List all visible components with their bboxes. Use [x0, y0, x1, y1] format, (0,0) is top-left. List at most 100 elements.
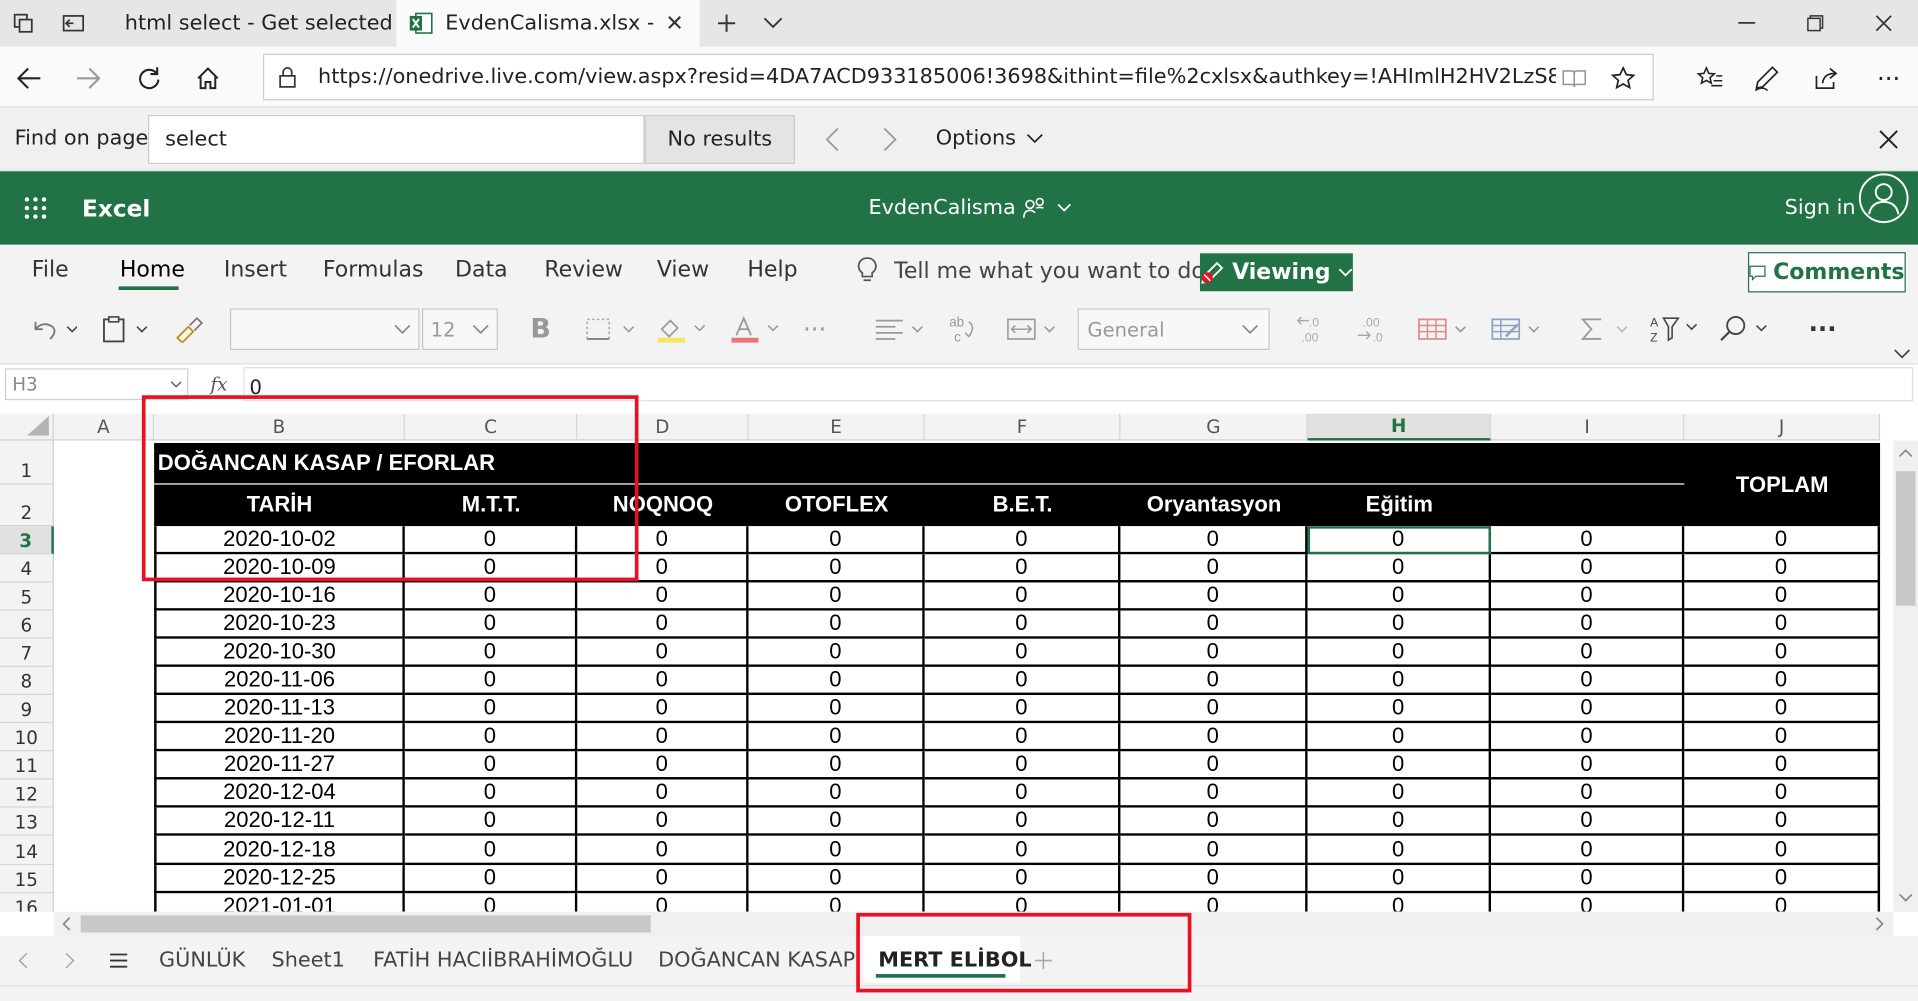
value-cell[interactable]: 0: [577, 610, 749, 639]
tab-insert[interactable]: Insert: [224, 257, 287, 283]
value-cell[interactable]: 0: [924, 807, 1121, 836]
value-cell[interactable]: 0: [748, 610, 925, 639]
value-cell[interactable]: 0: [924, 666, 1121, 696]
more-font-options-icon[interactable]: ···: [798, 308, 832, 350]
value-cell[interactable]: 0: [1120, 526, 1308, 555]
value-cell[interactable]: 0: [1684, 893, 1881, 912]
value-cell[interactable]: 0: [748, 865, 925, 894]
row-header-1[interactable]: 1: [0, 440, 54, 485]
value-cell[interactable]: 0: [924, 610, 1121, 639]
sign-in-link[interactable]: Sign in: [1785, 196, 1856, 220]
favorites-icon[interactable]: [1688, 59, 1732, 98]
value-cell[interactable]: 0: [1307, 835, 1492, 866]
value-cell[interactable]: 0: [748, 807, 925, 836]
tab-review[interactable]: Review: [544, 257, 623, 283]
tab-home[interactable]: Home: [120, 257, 185, 283]
value-cell[interactable]: 0: [1120, 666, 1308, 696]
row-header-7[interactable]: 7: [0, 638, 54, 667]
row-header-16[interactable]: 16: [0, 893, 54, 912]
new-tab-button[interactable]: [702, 0, 751, 47]
value-cell[interactable]: 0: [404, 723, 578, 752]
borders-button[interactable]: [582, 308, 641, 350]
value-cell[interactable]: 0: [748, 666, 925, 696]
value-cell[interactable]: 0: [1684, 638, 1881, 667]
date-cell[interactable]: 2020-12-25: [154, 865, 405, 894]
favorite-star-icon[interactable]: [1604, 61, 1642, 96]
align-button[interactable]: [871, 308, 930, 350]
value-cell[interactable]: 0: [748, 582, 925, 611]
value-cell[interactable]: 0: [1307, 610, 1492, 639]
row-header-5[interactable]: 5: [0, 582, 54, 611]
undo-button[interactable]: [22, 308, 83, 350]
value-cell[interactable]: 0: [924, 751, 1121, 780]
value-cell[interactable]: 0: [748, 723, 925, 752]
value-cell[interactable]: 0: [924, 835, 1121, 866]
comments-button[interactable]: Comments: [1747, 252, 1906, 293]
value-cell[interactable]: 0: [404, 893, 578, 912]
share-icon[interactable]: [1805, 59, 1849, 98]
value-cell[interactable]: 0: [1120, 610, 1308, 639]
app-launcher-icon[interactable]: [17, 190, 54, 227]
date-cell[interactable]: 2020-11-13: [154, 695, 405, 724]
column-header-f[interactable]: F: [924, 413, 1121, 441]
column-header-i[interactable]: I: [1491, 413, 1685, 441]
value-cell[interactable]: 0: [924, 582, 1121, 611]
value-cell[interactable]: 0: [577, 723, 749, 752]
row-header-10[interactable]: 10: [0, 723, 54, 752]
row-header-13[interactable]: 13: [0, 807, 54, 836]
font-size-select[interactable]: 12: [422, 308, 498, 350]
value-cell[interactable]: 0: [1307, 554, 1492, 583]
value-cell[interactable]: 0: [748, 893, 925, 912]
row-header-12[interactable]: 12: [0, 779, 54, 808]
value-cell[interactable]: 0: [1491, 666, 1685, 696]
value-cell[interactable]: 0: [1120, 723, 1308, 752]
find-options-button[interactable]: Options: [936, 126, 1043, 151]
value-cell[interactable]: 0: [1491, 526, 1685, 555]
value-cell[interactable]: 0: [577, 893, 749, 912]
value-cell[interactable]: 0: [404, 865, 578, 894]
row-header-9[interactable]: 9: [0, 695, 54, 724]
font-name-select[interactable]: [229, 308, 420, 350]
more-icon[interactable]: ···: [1867, 59, 1911, 98]
autosum-button[interactable]: [1575, 308, 1634, 350]
sheet-tab-gunluk[interactable]: GÜNLÜK: [159, 942, 245, 979]
value-cell[interactable]: 0: [924, 554, 1121, 583]
tab-help[interactable]: Help: [747, 257, 797, 283]
value-cell[interactable]: 0: [1491, 582, 1685, 611]
row-header-4[interactable]: 4: [0, 554, 54, 583]
value-cell[interactable]: 0: [404, 610, 578, 639]
value-cell[interactable]: 0: [404, 582, 578, 611]
tab-manager-icon[interactable]: [0, 0, 46, 47]
value-cell[interactable]: 0: [1120, 695, 1308, 724]
date-cell[interactable]: 2020-10-30: [154, 638, 405, 667]
value-cell[interactable]: 0: [1307, 751, 1492, 780]
value-cell[interactable]: 0: [404, 807, 578, 836]
value-cell[interactable]: 0: [1491, 893, 1685, 912]
column-header-j[interactable]: J: [1684, 413, 1881, 441]
all-sheets-menu-icon[interactable]: [105, 947, 132, 974]
value-cell[interactable]: 0: [404, 638, 578, 667]
vertical-scrollbar[interactable]: [1893, 440, 1918, 912]
value-cell[interactable]: 0: [1491, 807, 1685, 836]
tab-preview-chevron-icon[interactable]: [749, 0, 798, 47]
app-name[interactable]: Excel: [82, 196, 150, 223]
value-cell[interactable]: 0: [1120, 554, 1308, 583]
value-cell[interactable]: 0: [748, 554, 925, 583]
value-cell[interactable]: 0: [1307, 865, 1492, 894]
value-cell[interactable]: 0: [1491, 835, 1685, 866]
value-cell[interactable]: 0: [1684, 610, 1881, 639]
bold-icon[interactable]: B: [524, 308, 558, 350]
value-cell[interactable]: 0: [1120, 865, 1308, 894]
value-cell[interactable]: 0: [1491, 865, 1685, 894]
value-cell[interactable]: 0: [1684, 723, 1881, 752]
forward-icon[interactable]: [64, 59, 113, 98]
value-cell[interactable]: 0: [924, 865, 1121, 894]
row-header-6[interactable]: 6: [0, 610, 54, 639]
date-cell[interactable]: 2020-12-04: [154, 779, 405, 808]
value-cell[interactable]: 0: [748, 526, 925, 555]
value-cell[interactable]: 0: [1307, 779, 1492, 808]
scroll-down-icon[interactable]: [1898, 893, 1913, 903]
value-cell[interactable]: 0: [577, 582, 749, 611]
column-header-h[interactable]: H: [1307, 413, 1492, 441]
find-previous-icon[interactable]: [812, 120, 851, 159]
